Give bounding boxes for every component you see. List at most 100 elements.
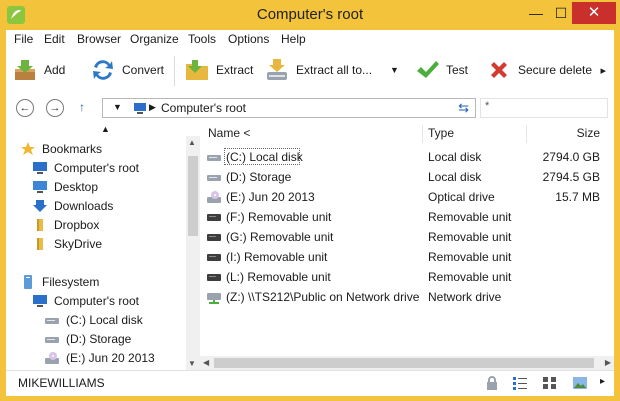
tree-fs-c-drive[interactable]: (C:) Local disk xyxy=(44,311,143,329)
row-name: (F:) Removable unit xyxy=(226,210,332,224)
table-row[interactable]: (Z:) \\TS212\Public on Network drive Net… xyxy=(200,287,614,307)
menu-help[interactable]: Help xyxy=(281,32,306,46)
back-icon[interactable]: ← xyxy=(16,99,34,117)
star-icon xyxy=(21,142,35,155)
column-type-header[interactable]: Type xyxy=(428,126,454,140)
row-name: (D:) Storage xyxy=(226,170,292,184)
app-window: Computer's root — ☐ ✕ File Edit Browser … xyxy=(0,0,620,401)
column-divider[interactable] xyxy=(526,125,527,143)
extract-all-label: Extract all to... xyxy=(296,63,373,77)
scroll-right-icon[interactable]: ▶ xyxy=(605,358,611,367)
tree-label: Downloads xyxy=(54,199,114,213)
folder-icon xyxy=(37,219,43,231)
address-field[interactable]: ▼ ▶ Computer's root ⇆ xyxy=(102,98,476,118)
menu-edit[interactable]: Edit xyxy=(44,32,65,46)
add-button[interactable]: Add xyxy=(12,53,65,87)
forward-icon[interactable]: → xyxy=(46,99,64,117)
removable-drive-icon xyxy=(207,214,221,221)
thumbnail-view-icon[interactable] xyxy=(572,376,588,390)
extract-all-icon xyxy=(264,57,290,83)
scroll-up-icon[interactable]: ▲ xyxy=(188,138,196,147)
desktop-icon xyxy=(33,181,47,193)
scroll-down-icon[interactable]: ▼ xyxy=(188,359,196,368)
menu-file[interactable]: File xyxy=(14,32,33,46)
menu-options[interactable]: Options xyxy=(228,32,269,46)
extract-folder-icon xyxy=(184,57,210,83)
tree-scroll-thumb[interactable] xyxy=(188,156,198,236)
toolbar-more-icon[interactable]: ▸ xyxy=(600,64,606,77)
tree-collapse-icon[interactable]: ▲ xyxy=(101,124,110,134)
tree-fs-d-drive[interactable]: (D:) Storage xyxy=(44,330,131,348)
row-name: (I:) Removable unit xyxy=(226,250,328,264)
table-row[interactable]: (I:) Removable unit Removable unit xyxy=(200,247,614,267)
downloads-icon xyxy=(33,200,47,212)
table-row[interactable]: (L:) Removable unit Removable unit xyxy=(200,267,614,287)
table-row[interactable]: (F:) Removable unit Removable unit xyxy=(200,207,614,227)
file-list-hscrollbar[interactable]: ◀ ▶ xyxy=(200,356,614,370)
address-bar: ← → ↑ ▼ ▶ Computer's root ⇆ * xyxy=(6,94,614,123)
filter-input[interactable]: * xyxy=(480,98,608,118)
row-type: Network drive xyxy=(428,290,502,304)
tree-bookmarks[interactable]: Bookmarks xyxy=(20,140,102,158)
tree-bookmark-dropbox[interactable]: Dropbox xyxy=(32,216,99,234)
column-divider[interactable] xyxy=(422,125,423,143)
tree-label: Dropbox xyxy=(54,218,100,232)
scroll-left-icon[interactable]: ◀ xyxy=(203,358,209,367)
tree-filesystem[interactable]: Filesystem xyxy=(20,273,99,291)
row-name: (G:) Removable unit xyxy=(226,230,334,244)
tree-bookmark-downloads[interactable]: Downloads xyxy=(32,197,113,215)
tree-fs-e-drive[interactable]: (E:) Jun 20 2013 xyxy=(44,349,155,367)
menu-organize[interactable]: Organize xyxy=(130,32,179,46)
column-name-header[interactable]: Name < xyxy=(208,126,250,140)
lock-icon[interactable] xyxy=(484,376,500,390)
tree-fs-computers-root[interactable]: Computer's root xyxy=(32,292,139,310)
extract-all-dropdown-icon[interactable]: ▼ xyxy=(390,65,399,75)
convert-button[interactable]: Convert xyxy=(90,53,164,87)
menu-browser[interactable]: Browser xyxy=(77,32,121,46)
add-label: Add xyxy=(44,63,66,77)
secure-delete-button[interactable]: Secure delete xyxy=(486,53,592,87)
tree-bookmark-desktop[interactable]: Desktop xyxy=(32,178,98,196)
extract-label: Extract xyxy=(216,63,254,77)
close-button[interactable]: ✕ xyxy=(572,2,616,24)
extract-all-button[interactable]: Extract all to... ▼ xyxy=(264,53,399,87)
table-row[interactable]: (E:) Jun 20 2013 Optical drive 15.7 MB xyxy=(200,187,614,207)
test-button[interactable]: Test xyxy=(414,53,468,87)
menu-bar: File Edit Browser Organize Tools Options… xyxy=(6,30,614,48)
computer-icon xyxy=(134,103,146,114)
maximize-button[interactable]: ☐ xyxy=(550,2,572,24)
removable-drive-icon xyxy=(207,234,221,241)
tree-bookmark-skydrive[interactable]: SkyDrive xyxy=(32,235,102,253)
details-view-icon[interactable] xyxy=(512,376,528,390)
column-size-header[interactable]: Size xyxy=(577,126,600,140)
table-row[interactable]: (D:) Storage Local disk 2794.5 GB xyxy=(200,167,614,187)
refresh-icon[interactable]: ⇆ xyxy=(458,100,469,116)
table-row[interactable]: (G:) Removable unit Removable unit xyxy=(200,227,614,247)
tree-label: Computer's root xyxy=(54,161,139,175)
removable-drive-icon xyxy=(207,274,221,281)
title-bar[interactable]: Computer's root — ☐ ✕ xyxy=(0,0,620,30)
view-options-more-icon[interactable]: ▸ xyxy=(600,376,605,387)
filter-wildcard: * xyxy=(485,100,490,112)
hscroll-thumb[interactable] xyxy=(214,358,594,368)
icons-view-icon[interactable] xyxy=(542,376,558,390)
tree-bookmark-computers-root[interactable]: Computer's root xyxy=(32,159,139,177)
secure-delete-label: Secure delete xyxy=(518,63,593,77)
row-type: Removable unit xyxy=(428,210,512,224)
convert-label: Convert xyxy=(122,63,165,77)
minimize-button[interactable]: — xyxy=(522,2,550,24)
extract-button[interactable]: Extract xyxy=(184,53,253,87)
table-row[interactable]: (C:) Local disk Local disk 2794.0 GB xyxy=(200,147,614,167)
up-arrow-icon[interactable]: ↑ xyxy=(79,100,85,114)
removable-drive-icon xyxy=(207,254,221,261)
tree-label: (C:) Local disk xyxy=(66,313,143,327)
hdd-icon xyxy=(207,175,221,181)
tree-label: Computer's root xyxy=(54,294,139,308)
history-dropdown-icon[interactable]: ▼ xyxy=(113,102,122,112)
computer-icon xyxy=(33,295,47,307)
navigation-tree: ▲ Bookmarks Computer's root Desktop Down… xyxy=(6,122,200,370)
toolbar-separator xyxy=(174,56,175,86)
menu-tools[interactable]: Tools xyxy=(188,32,216,46)
tree-scrollbar[interactable]: ▲ ▼ xyxy=(186,136,200,370)
row-type: Removable unit xyxy=(428,230,512,244)
